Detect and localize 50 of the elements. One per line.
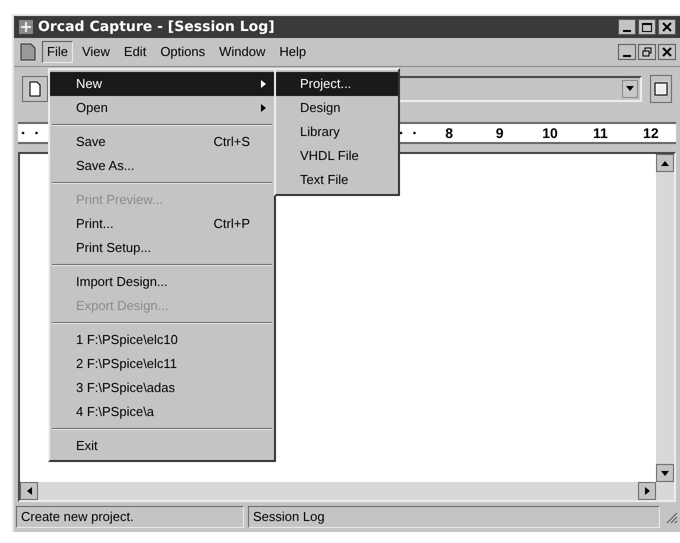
restore-icon bbox=[642, 47, 652, 57]
close-button[interactable] bbox=[658, 44, 676, 60]
window-title: Orcad Capture - [Session Log] bbox=[38, 18, 276, 36]
scroll-up-button[interactable] bbox=[656, 154, 674, 172]
menu-item[interactable]: Save Ctrl+S bbox=[50, 130, 274, 154]
menu-item[interactable]: Options bbox=[155, 41, 210, 63]
menu-item[interactable]: Print Setup... bbox=[50, 236, 274, 260]
menu-item[interactable]: File bbox=[42, 41, 73, 63]
menu-item[interactable]: Project... bbox=[276, 72, 398, 96]
right-arrow-icon bbox=[644, 487, 650, 495]
horizontal-scrollbar[interactable] bbox=[20, 482, 656, 500]
menu-item[interactable]: Open bbox=[50, 96, 274, 120]
menu-item[interactable]: 2 F:\PSpice\elc11 bbox=[50, 352, 274, 376]
resize-grip-icon[interactable] bbox=[664, 510, 678, 524]
status-text: Create new project. bbox=[16, 506, 244, 528]
scroll-left-button[interactable] bbox=[20, 482, 38, 500]
menu-item[interactable]: 1 F:\PSpice\elc10 bbox=[50, 328, 274, 352]
menu-item[interactable]: Window bbox=[214, 41, 270, 63]
status-text: Session Log bbox=[248, 506, 660, 528]
minimize-button[interactable] bbox=[618, 19, 636, 35]
maximize-button[interactable] bbox=[638, 19, 656, 35]
close-button[interactable] bbox=[658, 19, 676, 35]
document-icon bbox=[18, 42, 38, 62]
menu-item[interactable]: Exit bbox=[50, 434, 274, 458]
menu-item[interactable]: 4 F:\PSpice\a bbox=[50, 400, 274, 424]
menu-item[interactable]: New bbox=[50, 72, 274, 96]
blank-page-icon bbox=[27, 80, 43, 96]
up-arrow-icon bbox=[661, 160, 669, 166]
menu-item[interactable]: Design bbox=[276, 96, 398, 120]
restore-button[interactable] bbox=[638, 44, 656, 60]
menu-item[interactable]: Edit bbox=[118, 41, 152, 63]
scroll-right-button[interactable] bbox=[638, 482, 656, 500]
minimize-button[interactable] bbox=[618, 44, 636, 60]
toolbar-button[interactable] bbox=[650, 74, 672, 102]
app-icon bbox=[18, 19, 34, 35]
menu-item[interactable]: Print... Ctrl+P bbox=[50, 212, 274, 236]
menu-item[interactable]: Text File bbox=[276, 168, 398, 192]
scroll-down-button[interactable] bbox=[656, 464, 674, 482]
menu-item[interactable]: Library bbox=[276, 120, 398, 144]
down-arrow-icon bbox=[661, 470, 669, 476]
vertical-scrollbar[interactable] bbox=[656, 154, 674, 500]
menu-item[interactable]: Save As... bbox=[50, 154, 274, 178]
menu-item[interactable]: Help bbox=[274, 41, 312, 63]
square-icon bbox=[654, 82, 668, 96]
left-arrow-icon bbox=[26, 487, 32, 495]
new-file-button[interactable] bbox=[22, 76, 48, 102]
menu-item[interactable]: 3 F:\PSpice\adas bbox=[50, 376, 274, 400]
menu-item[interactable]: VHDL File bbox=[276, 144, 398, 168]
menu-item[interactable]: View bbox=[76, 41, 115, 63]
menu-item[interactable]: Import Design... bbox=[50, 270, 274, 294]
